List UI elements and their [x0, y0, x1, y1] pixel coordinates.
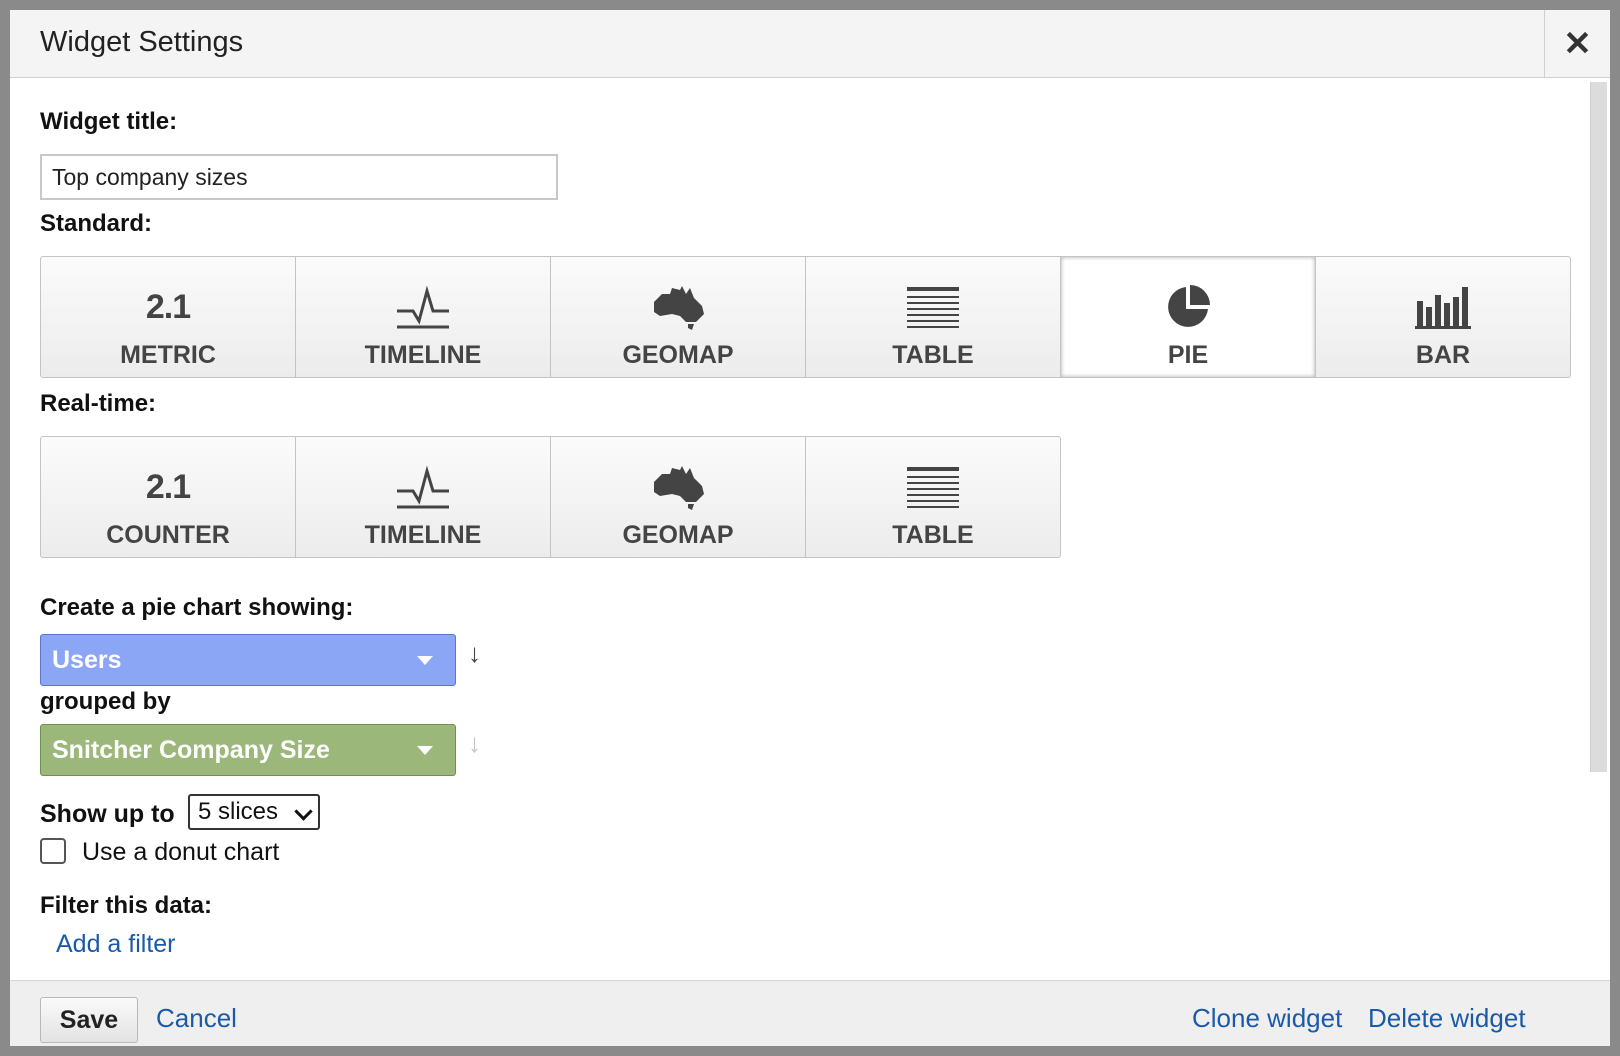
slices-select-value: 5 slices — [198, 798, 279, 825]
realtime-counter-button[interactable]: 2.1 COUNTER — [40, 436, 296, 558]
metric-select-value: Users — [52, 645, 122, 674]
close-icon: ✕ — [1563, 25, 1592, 63]
chevron-down-icon — [294, 802, 313, 821]
bar-icon — [1415, 279, 1471, 335]
save-button[interactable]: Save — [40, 997, 138, 1043]
sort-arrow-icon[interactable]: ↓ — [468, 638, 481, 669]
dimension-select[interactable]: Snitcher Company Size — [40, 724, 456, 776]
counter-icon: 2.1 — [145, 467, 191, 506]
realtime-table-button[interactable]: TABLE — [805, 436, 1061, 558]
show-up-to-label: Show up to — [40, 800, 175, 828]
widget-title-input[interactable] — [40, 154, 558, 200]
type-label: GEOMAP — [622, 521, 734, 549]
dialog-content: Widget title: Standard: 2.1 METRIC TIMEL… — [10, 78, 1588, 980]
type-label: TABLE — [892, 341, 974, 369]
type-label: COUNTER — [106, 521, 230, 549]
type-label: METRIC — [120, 341, 216, 369]
realtime-type-group: 2.1 COUNTER TIMELINE GEOMAP TABLE — [40, 436, 1061, 558]
grouped-by-label: grouped by — [40, 688, 171, 715]
type-label: TABLE — [892, 521, 974, 549]
standard-table-button[interactable]: TABLE — [805, 256, 1061, 378]
type-label: BAR — [1415, 341, 1471, 369]
widget-title-label: Widget title: — [40, 108, 178, 135]
standard-geomap-button[interactable]: GEOMAP — [550, 256, 806, 378]
realtime-label: Real-time: — [40, 390, 157, 417]
chevron-down-icon — [417, 656, 433, 665]
standard-label: Standard: — [40, 210, 153, 237]
widget-settings-dialog: Widget Settings ✕ Widget title: Standard… — [10, 10, 1610, 1046]
pie-showing-label: Create a pie chart showing: — [40, 594, 354, 621]
donut-checkbox-label[interactable]: Use a donut chart — [82, 838, 279, 867]
sort-arrow-icon[interactable]: ↓ — [468, 728, 481, 759]
filter-label: Filter this data: — [40, 892, 213, 919]
table-icon — [905, 279, 961, 335]
timeline-icon — [395, 459, 451, 515]
metric-select[interactable]: Users — [40, 634, 456, 686]
type-label: PIE — [1167, 341, 1209, 369]
geomap-icon — [650, 459, 706, 515]
slices-select[interactable]: 5 slices — [188, 794, 320, 830]
clone-widget-link[interactable]: Clone widget — [1192, 1003, 1342, 1034]
standard-pie-button[interactable]: PIE — [1060, 256, 1316, 378]
add-filter-link[interactable]: Add a filter — [56, 930, 176, 959]
standard-type-group: 2.1 METRIC TIMELINE GEOMAP TABLE PIE BAR — [40, 256, 1571, 378]
chevron-down-icon — [417, 746, 433, 755]
donut-checkbox[interactable] — [40, 838, 66, 864]
close-button[interactable]: ✕ — [1544, 10, 1610, 78]
standard-bar-button[interactable]: BAR — [1315, 256, 1571, 378]
geomap-icon — [650, 279, 706, 335]
dialog-footer: Save Cancel Clone widget Delete widget — [10, 980, 1610, 1046]
realtime-timeline-button[interactable]: TIMELINE — [295, 436, 551, 558]
dimension-select-value: Snitcher Company Size — [52, 735, 330, 764]
scrollbar[interactable] — [1590, 82, 1607, 772]
dialog-titlebar: Widget Settings ✕ — [10, 10, 1610, 78]
metric-icon: 2.1 — [145, 287, 191, 326]
type-label: TIMELINE — [364, 341, 482, 369]
type-label: GEOMAP — [622, 341, 734, 369]
cancel-link[interactable]: Cancel — [156, 1003, 237, 1034]
realtime-geomap-button[interactable]: GEOMAP — [550, 436, 806, 558]
standard-metric-button[interactable]: 2.1 METRIC — [40, 256, 296, 378]
timeline-icon — [395, 279, 451, 335]
dialog-title: Widget Settings — [40, 26, 244, 58]
standard-timeline-button[interactable]: TIMELINE — [295, 256, 551, 378]
type-label: TIMELINE — [364, 521, 482, 549]
pie-icon — [1164, 279, 1212, 335]
delete-widget-link[interactable]: Delete widget — [1368, 1003, 1526, 1034]
table-icon — [905, 459, 961, 515]
